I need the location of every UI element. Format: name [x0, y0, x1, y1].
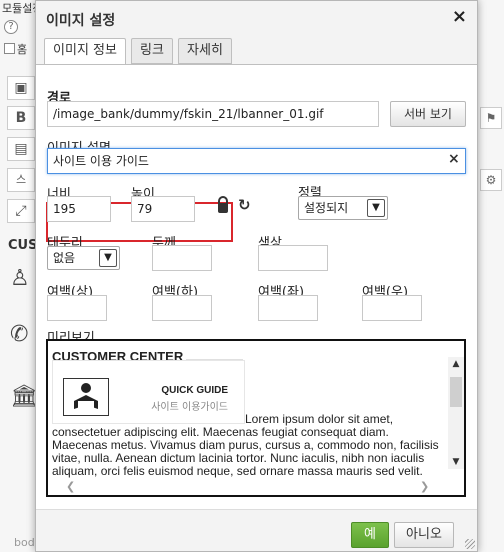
- right-toolbar-icon-2[interactable]: ⚙: [480, 169, 502, 191]
- chevron-down-icon: ▼: [367, 199, 385, 217]
- border-select-value: 없음: [53, 251, 76, 265]
- expand-icon[interactable]: ⤢: [7, 199, 35, 223]
- ok-button[interactable]: 예: [351, 522, 389, 548]
- margin-bottom-input[interactable]: [152, 295, 212, 321]
- customer-heading: CUS: [8, 238, 38, 253]
- style-dropdown[interactable]: 스: [7, 168, 35, 192]
- align-select-value: 설정되지: [304, 201, 349, 215]
- alt-text-input[interactable]: 사이트 이용 가이드: [47, 148, 466, 174]
- bank-icon: 🏛: [10, 384, 38, 409]
- preview-text: Lorem ipsum dolor sit amet, consectetuer…: [52, 413, 447, 478]
- bold-icon[interactable]: B: [7, 106, 35, 130]
- align-select[interactable]: 설정되지 ▼: [298, 196, 388, 220]
- scroll-right-icon[interactable]: ❯: [420, 480, 429, 493]
- guide-icon: ♙: [10, 266, 30, 291]
- border-select[interactable]: 없음 ▼: [47, 246, 120, 270]
- home-label: 홈: [17, 43, 28, 56]
- preview-area: CUSTOMER CENTER QUICK GUIDE 사이트 이용가이드 Lo…: [46, 339, 466, 497]
- tab-link[interactable]: 링크: [131, 38, 173, 64]
- resize-grip-icon[interactable]: [465, 539, 475, 549]
- preview-text-first: Lorem ipsum dolor sit amet,: [245, 412, 394, 426]
- phone-icon: ✆: [10, 322, 29, 347]
- margin-top-input[interactable]: [47, 295, 107, 321]
- clear-icon[interactable]: ×: [448, 151, 460, 167]
- margin-left-input[interactable]: [258, 295, 318, 321]
- quick-guide-title: QUICK GUIDE: [161, 385, 228, 396]
- preview-text-rest: consectetuer adipiscing elit. Maecenas f…: [52, 425, 439, 478]
- reset-size-icon[interactable]: ↻: [238, 196, 251, 214]
- preview-vertical-scrollbar[interactable]: ▲ ▼: [448, 357, 464, 469]
- quick-guide-subtitle: 사이트 이용가이드: [151, 402, 228, 413]
- close-icon[interactable]: ×: [452, 6, 467, 27]
- heading-divider: [186, 359, 243, 360]
- height-input[interactable]: 79: [131, 196, 195, 222]
- right-toolbar-icon[interactable]: ⚑: [480, 107, 502, 129]
- thickness-input[interactable]: [152, 245, 212, 271]
- tab-image-info[interactable]: 이미지 정보: [44, 38, 126, 65]
- lock-shackle: [218, 196, 228, 205]
- path-input[interactable]: /image_bank/dummy/fskin_21/lbanner_01.gi…: [47, 101, 379, 127]
- source-icon[interactable]: ▣: [7, 76, 35, 100]
- width-input[interactable]: 195: [47, 196, 111, 222]
- scroll-up-icon[interactable]: ▲: [450, 359, 462, 369]
- scroll-left-icon[interactable]: ❮: [66, 480, 75, 493]
- tab-advanced[interactable]: 자세히: [178, 38, 232, 64]
- scroll-down-icon[interactable]: ▼: [450, 457, 462, 467]
- guide-book-icon: [63, 378, 109, 416]
- browse-server-button[interactable]: 서버 보기: [390, 101, 466, 127]
- chevron-down-icon: ▼: [99, 249, 117, 267]
- scroll-thumb[interactable]: [450, 377, 462, 407]
- image-icon[interactable]: ▤: [7, 137, 35, 161]
- dialog-title-bar[interactable]: 이미지 설정 ×: [36, 1, 477, 35]
- image-settings-dialog: 이미지 설정 × 이미지 정보 링크 자세히 경로 /image_bank/du…: [35, 0, 478, 552]
- color-input[interactable]: [258, 245, 328, 271]
- cancel-button[interactable]: 아니오: [394, 522, 454, 548]
- margin-right-input[interactable]: [362, 295, 422, 321]
- dialog-footer: 예 아니오: [36, 509, 477, 551]
- home-checkbox[interactable]: [4, 43, 15, 54]
- help-icon[interactable]: ?: [4, 20, 18, 34]
- dialog-title: 이미지 설정: [46, 13, 116, 29]
